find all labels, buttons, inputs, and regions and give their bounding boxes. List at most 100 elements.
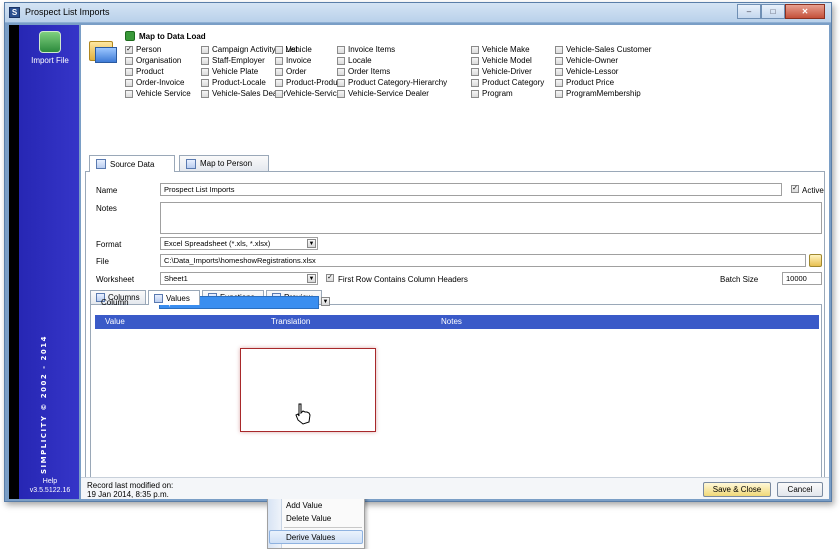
close-button[interactable]: ✕ — [785, 4, 825, 19]
active-checkbox[interactable]: ✓ — [791, 185, 799, 193]
help-link[interactable]: Help v3.5.5122.16 — [23, 477, 77, 495]
entity-checkbox[interactable]: ✓ Person — [125, 45, 161, 54]
entity-checkbox[interactable]: Invoice Items — [337, 45, 395, 54]
checkbox-box[interactable] — [471, 78, 479, 87]
entity-checkbox[interactable]: Program — [471, 89, 513, 98]
checkbox-box[interactable] — [555, 56, 563, 65]
checkbox-box[interactable] — [555, 45, 563, 54]
tab-source-data[interactable]: Source Data — [89, 155, 175, 172]
title-bar[interactable]: S Prospect List Imports – □ ✕ — [5, 3, 831, 23]
checkbox-box[interactable] — [337, 45, 345, 54]
entity-checkbox[interactable]: Order-Invoice — [125, 78, 184, 87]
entity-label: Product-Product — [286, 78, 344, 87]
checkbox-box[interactable] — [555, 78, 563, 87]
notes-input[interactable] — [160, 202, 822, 234]
checkbox-box[interactable] — [275, 56, 283, 65]
entity-checkbox[interactable]: Vehicle-Owner — [555, 56, 618, 65]
entity-checkbox[interactable]: Staff-Employer — [201, 56, 265, 65]
checkbox-box[interactable] — [555, 67, 563, 76]
entity-checkbox[interactable]: Product-Locale — [201, 78, 266, 87]
entity-checkbox[interactable]: Vehicle-Service — [275, 89, 341, 98]
checkbox-box[interactable] — [201, 89, 209, 98]
file-input[interactable]: C:\Data_Imports\homeshowRegistrations.xl… — [160, 254, 806, 267]
first-row-checkbox[interactable]: ✓ — [326, 274, 334, 282]
tab-values[interactable]: Values — [148, 290, 200, 305]
checkbox-box[interactable] — [125, 67, 133, 76]
checkbox-box[interactable] — [125, 89, 133, 98]
minimize-button[interactable]: – — [737, 4, 761, 19]
entity-checkbox[interactable]: Order — [275, 67, 306, 76]
entity-checkbox[interactable]: Product — [125, 67, 164, 76]
entity-checkbox[interactable]: Locale — [337, 56, 372, 65]
sidebar-item-label: Import File — [31, 56, 69, 65]
cancel-button[interactable]: Cancel — [777, 482, 823, 497]
sidebar-item-import-file[interactable]: Import File — [23, 31, 77, 65]
entity-checkbox[interactable]: ProgramMembership — [555, 89, 641, 98]
column-header-notes[interactable]: Notes — [431, 315, 819, 329]
checkbox-box[interactable] — [275, 78, 283, 87]
entity-checkbox[interactable]: Vehicle — [275, 45, 312, 54]
menu-item-delete-value[interactable]: Delete Value — [286, 514, 331, 523]
entity-checkbox[interactable]: Vehicle-Driver — [471, 67, 532, 76]
entity-checkbox[interactable]: Vehicle Service — [125, 89, 191, 98]
entity-label: Product Price — [566, 78, 615, 87]
checkbox-box[interactable] — [337, 67, 345, 76]
checkbox-box[interactable] — [337, 78, 345, 87]
entity-checkbox[interactable]: Product Price — [555, 78, 614, 87]
checkbox-box[interactable]: ✓ — [125, 45, 133, 54]
entity-checkbox[interactable]: Product Category-Hierarchy — [337, 78, 447, 87]
checkbox-box[interactable] — [201, 56, 209, 65]
entity-checkbox[interactable]: Vehicle-Sales Customer — [555, 45, 651, 54]
checkbox-box[interactable] — [275, 45, 283, 54]
checkbox-box[interactable] — [201, 67, 209, 76]
checkbox-box[interactable] — [555, 89, 563, 98]
entity-checkbox[interactable]: Product-Product — [275, 78, 344, 87]
checkbox-box[interactable] — [337, 56, 345, 65]
entity-checkbox[interactable]: Vehicle Plate — [201, 67, 258, 76]
checkbox-box[interactable] — [471, 67, 479, 76]
values-icon — [154, 293, 163, 303]
checkbox-box[interactable] — [275, 67, 283, 76]
checkbox-box[interactable] — [125, 78, 133, 87]
checkbox-box[interactable] — [275, 89, 283, 98]
worksheet-label: Worksheet — [96, 275, 135, 284]
name-label: Name — [96, 186, 118, 195]
worksheet-select[interactable]: Sheet1 ▼ — [160, 272, 318, 285]
entity-label: Vehicle Model — [482, 56, 532, 65]
entity-checkbox[interactable]: Product Category — [471, 78, 544, 87]
maximize-button[interactable]: □ — [761, 4, 785, 19]
save-close-button[interactable]: Save & Close — [703, 482, 771, 497]
column-header-translation[interactable]: Translation — [261, 315, 431, 329]
tab-map-to-person[interactable]: Map to Person — [179, 155, 269, 171]
checkbox-box[interactable] — [337, 89, 345, 98]
entity-label: ProgramMembership — [566, 89, 641, 98]
source-data-form: Name Prospect List Imports ✓ Active Note… — [85, 171, 825, 549]
entity-checkbox[interactable]: Organisation — [125, 56, 181, 65]
main-window: S Prospect List Imports – □ ✕ SIMPLICITY… — [4, 2, 832, 549]
format-select[interactable]: Excel Spreadsheet (*.xls, *.xlsx) ▼ — [160, 237, 318, 250]
entity-checkbox[interactable]: Invoice — [275, 56, 311, 65]
checkbox-box[interactable] — [125, 56, 133, 65]
entity-checkbox[interactable]: Vehicle Model — [471, 56, 532, 65]
entity-checkbox[interactable]: Vehicle-Sales Dealer — [201, 89, 286, 98]
name-input[interactable]: Prospect List Imports — [160, 183, 782, 196]
entity-checkbox[interactable]: Vehicle Make — [471, 45, 530, 54]
column-header-value[interactable]: Value — [95, 315, 261, 329]
checkbox-box[interactable] — [201, 78, 209, 87]
checkbox-box[interactable] — [201, 45, 209, 54]
browse-folder-icon[interactable] — [809, 254, 822, 267]
checkbox-box[interactable] — [471, 45, 479, 54]
batch-size-input[interactable]: 10000 — [782, 272, 822, 285]
menu-item-add-value[interactable]: Add Value — [286, 501, 322, 510]
checkbox-box[interactable] — [471, 56, 479, 65]
chevron-down-icon[interactable]: ▼ — [321, 297, 330, 306]
entity-checkbox[interactable]: Vehicle-Service Dealer — [337, 89, 429, 98]
checkbox-box[interactable] — [471, 89, 479, 98]
entity-label: Vehicle-Owner — [566, 56, 619, 65]
entity-label: Locale — [348, 56, 372, 65]
worksheet-value: Sheet1 — [164, 274, 188, 283]
entity-checkbox[interactable]: Order Items — [337, 67, 390, 76]
entity-panel: Map to Data Load ✓ Person Organisation Prod… — [81, 25, 829, 155]
entity-checkbox[interactable]: Vehicle-Lessor — [555, 67, 618, 76]
menu-item-derive-values[interactable]: Derive Values — [286, 533, 335, 542]
